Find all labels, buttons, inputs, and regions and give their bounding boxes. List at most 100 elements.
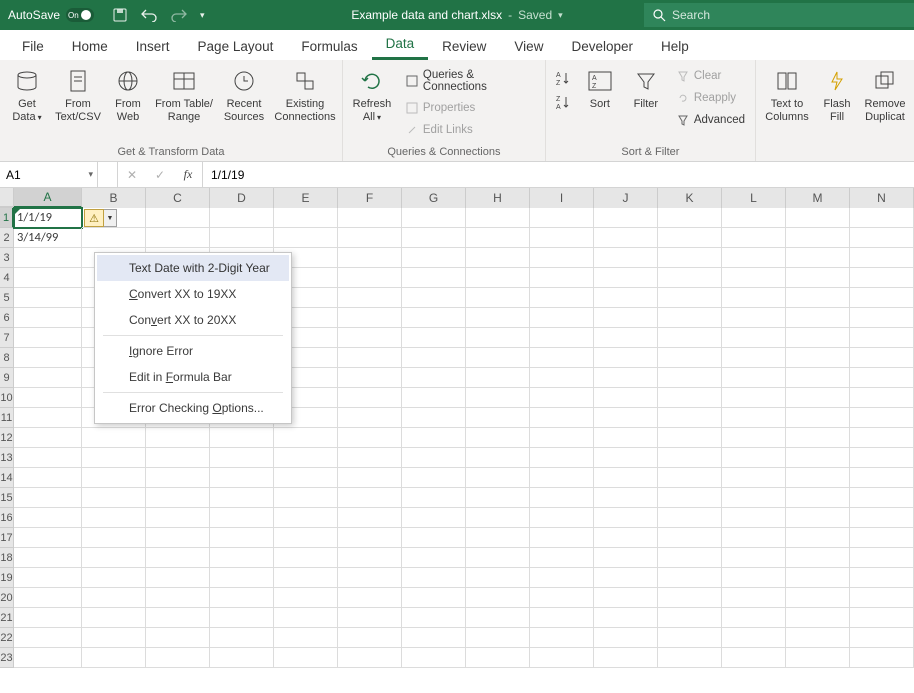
cell-M3[interactable] <box>786 248 850 268</box>
cell-B23[interactable] <box>82 648 146 668</box>
cell-N4[interactable] <box>850 268 914 288</box>
qat-customize-icon[interactable]: ▾ <box>200 10 205 21</box>
autosave-control[interactable]: AutoSave On <box>0 8 102 22</box>
cell-J8[interactable] <box>594 348 658 368</box>
cell-D13[interactable] <box>210 448 274 468</box>
cell-N18[interactable] <box>850 548 914 568</box>
search-input[interactable] <box>672 8 906 22</box>
cell-H16[interactable] <box>466 508 530 528</box>
tab-insert[interactable]: Insert <box>122 33 184 60</box>
cell-N19[interactable] <box>850 568 914 588</box>
edit-links-button[interactable]: Edit Links <box>401 121 539 139</box>
tab-formulas[interactable]: Formulas <box>287 33 371 60</box>
ctx-item[interactable]: Convert XX to 19XX <box>97 281 289 307</box>
cell-D14[interactable] <box>210 468 274 488</box>
cell-H7[interactable] <box>466 328 530 348</box>
cell-G5[interactable] <box>402 288 466 308</box>
row-header-17[interactable]: 17 <box>0 528 14 548</box>
sort-za-button[interactable]: ZA <box>552 91 574 113</box>
cell-H11[interactable] <box>466 408 530 428</box>
cell-J13[interactable] <box>594 448 658 468</box>
cell-H18[interactable] <box>466 548 530 568</box>
cell-H10[interactable] <box>466 388 530 408</box>
cell-L13[interactable] <box>722 448 786 468</box>
ctx-item[interactable]: Edit in Formula Bar <box>97 364 289 390</box>
cell-F9[interactable] <box>338 368 402 388</box>
cell-L1[interactable] <box>722 208 786 228</box>
col-header-L[interactable]: L <box>722 188 786 208</box>
cell-H1[interactable] <box>466 208 530 228</box>
cell-K20[interactable] <box>658 588 722 608</box>
cell-N8[interactable] <box>850 348 914 368</box>
cell-G9[interactable] <box>402 368 466 388</box>
cell-L22[interactable] <box>722 628 786 648</box>
from-text-csv-button[interactable]: From Text/CSV <box>54 63 102 124</box>
cell-B1[interactable] <box>82 208 146 228</box>
cell-K9[interactable] <box>658 368 722 388</box>
queries-connections-button[interactable]: Queries & Connections <box>401 67 539 95</box>
cell-A2[interactable]: 3/14/99 <box>14 228 82 248</box>
cell-J20[interactable] <box>594 588 658 608</box>
cell-A16[interactable] <box>14 508 82 528</box>
sort-button[interactable]: AZ Sort <box>580 63 620 111</box>
cell-I2[interactable] <box>530 228 594 248</box>
row-header-8[interactable]: 8 <box>0 348 14 368</box>
cell-E17[interactable] <box>274 528 338 548</box>
cell-E22[interactable] <box>274 628 338 648</box>
cell-N16[interactable] <box>850 508 914 528</box>
cell-E16[interactable] <box>274 508 338 528</box>
cell-D20[interactable] <box>210 588 274 608</box>
cell-A17[interactable] <box>14 528 82 548</box>
cell-G18[interactable] <box>402 548 466 568</box>
row-header-18[interactable]: 18 <box>0 548 14 568</box>
cell-I4[interactable] <box>530 268 594 288</box>
cell-L6[interactable] <box>722 308 786 328</box>
cell-K5[interactable] <box>658 288 722 308</box>
cell-J22[interactable] <box>594 628 658 648</box>
cell-A11[interactable] <box>14 408 82 428</box>
cell-E19[interactable] <box>274 568 338 588</box>
cell-L5[interactable] <box>722 288 786 308</box>
cell-K8[interactable] <box>658 348 722 368</box>
cell-B2[interactable] <box>82 228 146 248</box>
cell-D18[interactable] <box>210 548 274 568</box>
cell-M22[interactable] <box>786 628 850 648</box>
cell-A18[interactable] <box>14 548 82 568</box>
cell-G17[interactable] <box>402 528 466 548</box>
cell-D22[interactable] <box>210 628 274 648</box>
cell-N22[interactable] <box>850 628 914 648</box>
cell-K13[interactable] <box>658 448 722 468</box>
cell-G4[interactable] <box>402 268 466 288</box>
cell-G22[interactable] <box>402 628 466 648</box>
cell-K14[interactable] <box>658 468 722 488</box>
cell-I13[interactable] <box>530 448 594 468</box>
cell-F16[interactable] <box>338 508 402 528</box>
cell-F5[interactable] <box>338 288 402 308</box>
cell-N21[interactable] <box>850 608 914 628</box>
cell-E21[interactable] <box>274 608 338 628</box>
cell-L14[interactable] <box>722 468 786 488</box>
cell-M18[interactable] <box>786 548 850 568</box>
tab-help[interactable]: Help <box>647 33 703 60</box>
cell-E2[interactable] <box>274 228 338 248</box>
cell-K2[interactable] <box>658 228 722 248</box>
cell-F22[interactable] <box>338 628 402 648</box>
col-header-D[interactable]: D <box>210 188 274 208</box>
cell-I6[interactable] <box>530 308 594 328</box>
cell-J4[interactable] <box>594 268 658 288</box>
cell-J11[interactable] <box>594 408 658 428</box>
cell-H6[interactable] <box>466 308 530 328</box>
cell-L23[interactable] <box>722 648 786 668</box>
cell-M19[interactable] <box>786 568 850 588</box>
col-header-J[interactable]: J <box>594 188 658 208</box>
formula-input-wrap[interactable] <box>203 162 914 187</box>
cell-G8[interactable] <box>402 348 466 368</box>
cell-L12[interactable] <box>722 428 786 448</box>
cell-A21[interactable] <box>14 608 82 628</box>
cell-L3[interactable] <box>722 248 786 268</box>
cell-A4[interactable] <box>14 268 82 288</box>
col-header-A[interactable]: A <box>14 188 82 208</box>
cell-N3[interactable] <box>850 248 914 268</box>
get-data-button[interactable]: Get Data▾ <box>6 63 48 124</box>
cell-M5[interactable] <box>786 288 850 308</box>
